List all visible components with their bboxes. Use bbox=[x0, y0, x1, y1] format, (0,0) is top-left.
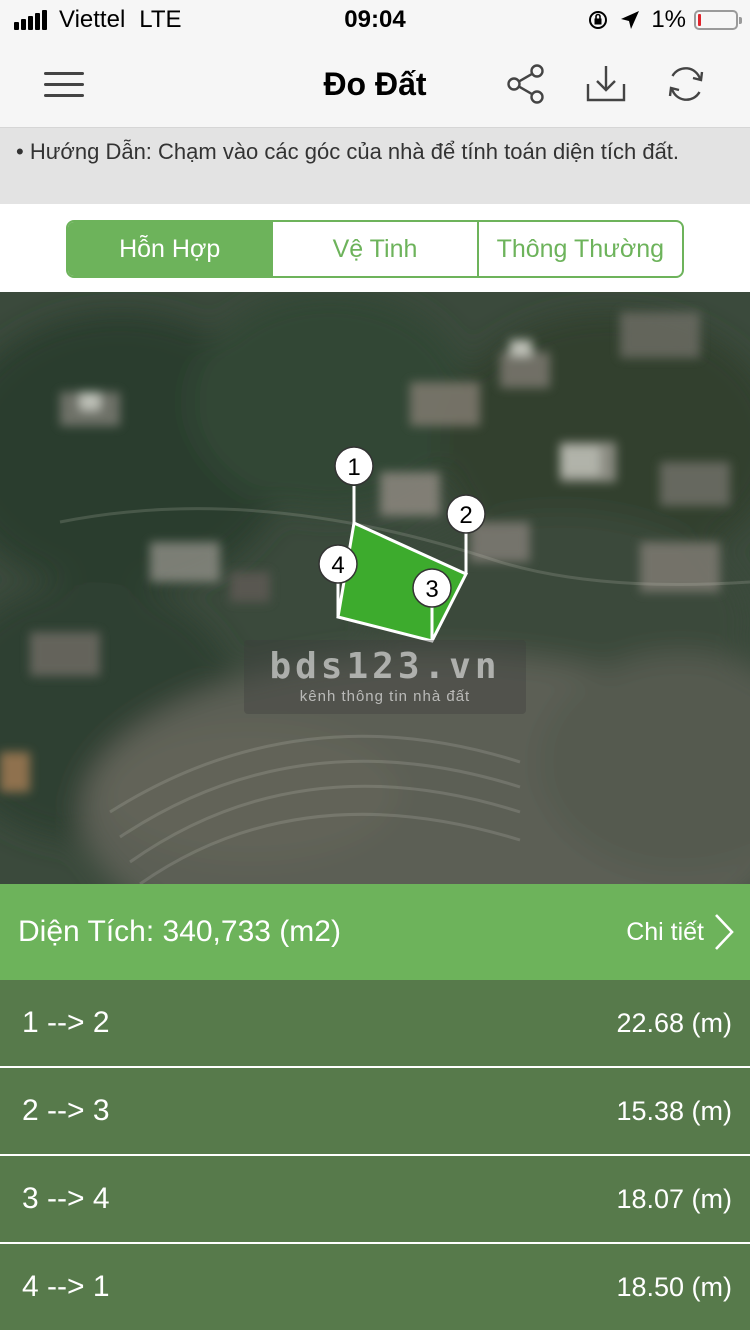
detail-button[interactable]: Chi tiết bbox=[626, 906, 736, 958]
battery-percent: 1% bbox=[651, 6, 686, 33]
status-right: 1% bbox=[587, 6, 742, 34]
marker-label: 4 bbox=[331, 552, 344, 579]
distance-segment-label: 2 --> 3 bbox=[22, 1094, 110, 1127]
map-marker-2[interactable]: 2 bbox=[446, 494, 486, 534]
share-icon[interactable] bbox=[504, 62, 548, 106]
download-icon[interactable] bbox=[584, 62, 628, 106]
map-imagery: 1 2 3 4 bbox=[0, 292, 750, 884]
refresh-icon[interactable] bbox=[664, 62, 708, 106]
distance-list: 1 --> 2 22.68 (m) 2 --> 3 15.38 (m) 3 --… bbox=[0, 980, 750, 1332]
distance-segment-value: 15.38 (m) bbox=[616, 1096, 732, 1126]
marker-label: 1 bbox=[347, 454, 360, 481]
distance-row: 2 --> 3 15.38 (m) bbox=[0, 1068, 750, 1156]
map-type-segmented-control: Hỗn Hợp Vệ Tinh Thông Thường bbox=[66, 220, 684, 278]
watermark-title: bds123.vn bbox=[269, 646, 501, 687]
location-arrow-icon bbox=[621, 11, 640, 29]
area-summary-bar: Diện Tích: 340,733 (m2) Chi tiết bbox=[0, 884, 750, 980]
marker-label: 2 bbox=[459, 502, 472, 529]
marker-label: 3 bbox=[425, 576, 438, 603]
map-type-area: Hỗn Hợp Vệ Tinh Thông Thường bbox=[0, 204, 750, 292]
distance-segment-value: 18.07 (m) bbox=[616, 1184, 732, 1214]
watermark-subtitle: kênh thông tin nhà đất bbox=[299, 688, 471, 705]
map-marker-1[interactable]: 1 bbox=[334, 446, 374, 486]
map-marker-4[interactable]: 4 bbox=[318, 544, 358, 584]
distance-row: 3 --> 4 18.07 (m) bbox=[0, 1156, 750, 1244]
orientation-lock-icon bbox=[589, 11, 608, 29]
nav-bar: Đo Đất bbox=[0, 40, 750, 128]
detail-label: Chi tiết bbox=[626, 917, 704, 946]
distance-segment-label: 4 --> 1 bbox=[22, 1270, 110, 1303]
distance-segment-label: 1 --> 2 bbox=[22, 1006, 110, 1039]
map-marker-3[interactable]: 3 bbox=[412, 568, 452, 608]
watermark: bds123.vn kênh thông tin nhà đất bbox=[244, 640, 526, 714]
distance-segment-label: 3 --> 4 bbox=[22, 1182, 110, 1215]
battery-icon bbox=[694, 10, 742, 30]
area-value: Diện Tích: 340,733 (m2) bbox=[18, 915, 341, 948]
instruction-hint: • Hướng Dẫn: Chạm vào các góc của nhà để… bbox=[0, 128, 750, 204]
page-title: Đo Đất bbox=[323, 66, 427, 102]
distance-row: 1 --> 2 22.68 (m) bbox=[0, 980, 750, 1068]
chevron-right-icon bbox=[715, 914, 734, 950]
distance-segment-value: 18.50 (m) bbox=[616, 1272, 732, 1302]
distance-row: 4 --> 1 18.50 (m) bbox=[0, 1244, 750, 1332]
status-bar: Viettel LTE 09:04 1% bbox=[0, 0, 750, 40]
satellite-map[interactable]: 1 2 3 4 bds123.vn kênh thông tin nhà đất bbox=[0, 292, 750, 884]
map-type-hybrid-tab[interactable]: Hỗn Hợp bbox=[68, 222, 272, 276]
map-type-standard-tab[interactable]: Thông Thường bbox=[476, 222, 682, 276]
map-type-satellite-tab[interactable]: Vệ Tinh bbox=[271, 222, 476, 276]
distance-segment-value: 22.68 (m) bbox=[616, 1008, 732, 1038]
